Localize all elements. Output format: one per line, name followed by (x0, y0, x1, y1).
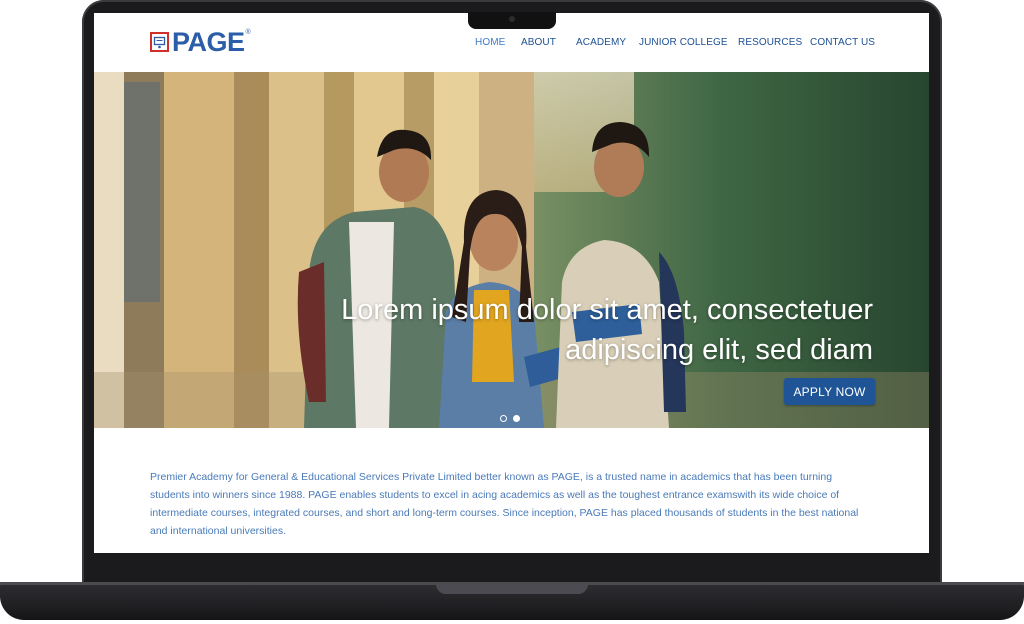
hero-photo (94, 72, 929, 428)
camera-icon (509, 16, 515, 22)
nav-home[interactable]: HOME (475, 37, 505, 48)
nav-about[interactable]: ABOUT (521, 37, 556, 48)
browser-viewport: PAGE ® HOME ABOUT ACADEMY JUNIOR COLLEGE… (94, 13, 929, 553)
laptop-hinge-notch (436, 584, 588, 594)
hero-slider: Lorem ipsum dolor sit amet, consectetuer… (94, 72, 929, 428)
nav-contact-us[interactable]: CONTACT US (810, 37, 875, 48)
slide-dot-2[interactable] (513, 415, 520, 422)
apply-now-button[interactable]: APPLY NOW (784, 378, 875, 405)
slider-pagination (500, 415, 520, 422)
hero-headline: Lorem ipsum dolor sit amet, consectetuer… (341, 294, 873, 366)
registered-mark: ® (245, 29, 251, 36)
about-paragraph: Premier Academy for General & Educationa… (150, 470, 859, 537)
main-nav: HOME ABOUT ACADEMY JUNIOR COLLEGE RESOUR… (94, 37, 929, 51)
nav-academy[interactable]: ACADEMY (576, 37, 626, 48)
nav-junior-college[interactable]: JUNIOR COLLEGE (639, 37, 728, 48)
slide-dot-1[interactable] (500, 415, 507, 422)
camera-notch (468, 12, 556, 29)
nav-resources[interactable]: RESOURCES (738, 37, 802, 48)
